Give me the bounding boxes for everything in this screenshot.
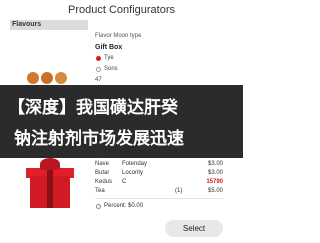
table-cell-name: Kedus [95,179,113,185]
sidebar-header: Flavours [10,20,88,30]
table-row: Nave Fotenday $3.00 [95,161,223,170]
quantity-field[interactable]: 47 [95,77,102,83]
cupcake-icon [27,72,39,84]
table-cell-price: $3.00 [207,161,223,167]
table-cell-name: Date [95,152,108,158]
table-cell-desc: Fotenday [122,161,148,167]
gift-box-image [20,158,80,210]
select-button[interactable]: Select [165,220,223,237]
table-cell-extra: (1) [175,188,183,194]
table-cell-desc: C [122,179,127,185]
page-title: Product Configurators [68,4,175,16]
option-label: Tye [104,55,114,61]
ribbon-icon [47,168,53,208]
banner-headline-line1: 【深度】我国磺达肝癸 [8,98,178,117]
table-row: Date [95,152,223,161]
table-cell-name: Nave [95,161,110,167]
divider [95,198,223,199]
sidebar-title: Flavours [12,21,42,28]
table-cell-name: Tea [95,188,105,194]
table-row: Tea (1) $5.00 [95,188,223,197]
cupcake-icon [55,72,67,84]
gift-box-heading: Gift Box [95,44,123,51]
option-radio[interactable] [96,67,101,72]
table-row: Butar Locority $3.00 [95,170,223,179]
option-label: Sons [104,66,118,72]
table-cell-name: Butar [95,170,110,176]
percent-label: Percent: $0.00 [104,203,144,209]
flavor-type-label: Flavor Moon type [95,33,142,39]
percent-radio[interactable] [96,204,101,209]
table-cell-price: $3.00 [207,170,223,176]
table-cell-price: $5.00 [207,188,223,194]
cupcake-icon [41,72,53,84]
option-radio-selected[interactable] [96,56,101,61]
bow-icon [40,158,60,170]
table-cell-price: 15790 [206,179,223,185]
table-row: Kedus C 15790 [95,179,223,188]
banner-headline-line2: 钠注射剂市场发展迅速 [14,129,184,148]
header-bar: Product Configurators [0,0,243,22]
table-cell-desc: Locority [122,170,144,176]
select-button-label: Select [182,224,206,233]
